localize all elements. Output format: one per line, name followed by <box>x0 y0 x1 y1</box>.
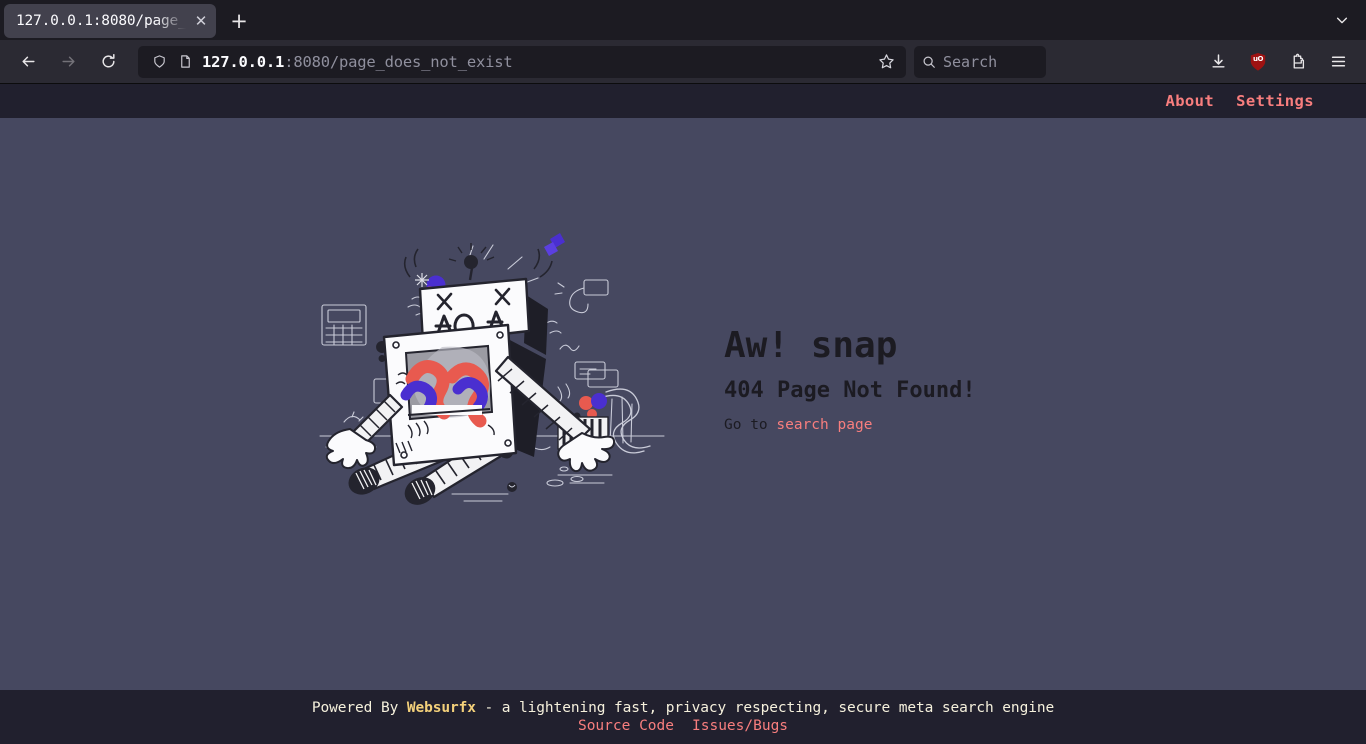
footer-link-source-code[interactable]: Source Code <box>578 718 674 734</box>
error-subtitle: 404 Page Not Found! <box>724 378 976 403</box>
page-document-icon[interactable] <box>174 51 196 73</box>
chevron-down-icon[interactable] <box>1326 4 1358 36</box>
tab-title: 127.0.0.1:8080/page_d <box>16 13 190 29</box>
footer-powered-suffix: - a lightening fast, privacy respecting,… <box>475 700 1055 716</box>
address-bar[interactable]: 127.0.0.1:8080/page_does_not_exist <box>138 45 906 78</box>
browser-toolbar: 127.0.0.1:8080/page_does_not_exist Searc… <box>0 40 1366 84</box>
search-page-link[interactable]: search page <box>776 417 872 433</box>
toolbar-search-placeholder: Search <box>943 52 998 71</box>
error-title: Aw! snap <box>724 325 898 366</box>
download-icon[interactable] <box>1201 45 1235 79</box>
site-navigation: About Settings <box>0 84 1366 118</box>
address-bar-url: 127.0.0.1:8080/page_does_not_exist <box>202 53 872 71</box>
search-icon <box>923 55 935 68</box>
error-goto-prefix: Go to <box>724 417 777 433</box>
footer-brand: Websurfx <box>406 700 476 716</box>
back-arrow-icon[interactable] <box>11 45 45 79</box>
star-bookmark-icon[interactable] <box>872 48 900 76</box>
hamburger-menu-icon[interactable] <box>1321 45 1355 79</box>
reload-icon[interactable] <box>91 45 125 79</box>
new-tab-button[interactable]: + <box>222 4 256 38</box>
ublock-origin-extension-icon[interactable]: uO <box>1241 45 1275 79</box>
tab-close-icon[interactable]: ✕ <box>190 10 212 32</box>
tracking-protection-shield-icon[interactable] <box>148 51 170 73</box>
nav-link-settings[interactable]: Settings <box>1236 92 1314 110</box>
nav-link-about[interactable]: About <box>1165 92 1214 110</box>
url-host: 127.0.0.1 <box>202 52 285 71</box>
footer-links: Source Code Issues/Bugs <box>578 718 788 734</box>
tab-strip: 127.0.0.1:8080/page_d ✕ + <box>0 0 1366 40</box>
broken-robot-404-illustration <box>312 229 672 529</box>
footer-powered-prefix: Powered By <box>311 700 407 716</box>
footer-link-issues-bugs[interactable]: Issues/Bugs <box>692 718 788 734</box>
browser-tab[interactable]: 127.0.0.1:8080/page_d ✕ <box>4 4 216 38</box>
error-text-block: Aw! snap 404 Page Not Found! Go to searc… <box>724 325 1054 433</box>
puzzle-extensions-icon[interactable] <box>1281 45 1315 79</box>
page-viewport: About Settings Aw! snap 404 Page Not Fou… <box>0 84 1366 744</box>
tabstrip-controls <box>1326 4 1358 36</box>
ublock-badge-label: uO <box>1253 54 1263 63</box>
footer-tagline: Powered By Websurfx - a lightening fast,… <box>312 700 1054 716</box>
browser-window: 127.0.0.1:8080/page_d ✕ + 127.0.0.1:8080… <box>0 0 1366 744</box>
error-goto-line: Go to search page <box>724 417 1054 433</box>
error-page-main: Aw! snap 404 Page Not Found! Go to searc… <box>0 118 1366 690</box>
forward-arrow-icon[interactable] <box>51 45 85 79</box>
toolbar-actions: uO <box>1198 45 1358 79</box>
page-footer: Powered By Websurfx - a lightening fast,… <box>0 690 1366 744</box>
url-path: :8080/page_does_not_exist <box>284 52 513 71</box>
toolbar-search-box[interactable]: Search <box>914 45 1046 78</box>
